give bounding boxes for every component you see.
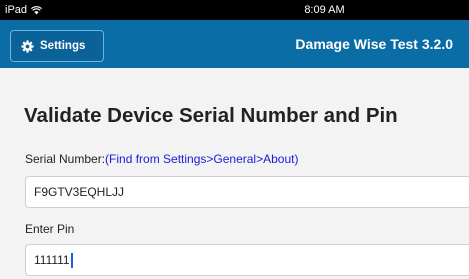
pin-label: Enter Pin (25, 222, 75, 236)
serial-number-label: Serial Number:(Find from Settings>Genera… (25, 152, 298, 166)
gear-icon (21, 39, 34, 53)
serial-number-label-text: Serial Number: (25, 152, 106, 166)
text-cursor (70, 252, 73, 268)
serial-number-value: F9GTV3EQHLJJ (34, 185, 125, 199)
pin-value: 111111 (34, 253, 70, 267)
pin-input[interactable]: 111111 (25, 244, 469, 276)
settings-button-label: Settings (40, 40, 86, 52)
serial-help-link[interactable]: (Find from Settings>General>About) (105, 152, 298, 166)
status-bar: iPad 8:09 AM (0, 0, 469, 20)
page-title: Validate Device Serial Number and Pin (24, 104, 398, 127)
settings-button[interactable]: Settings (10, 30, 104, 62)
serial-number-input[interactable]: F9GTV3EQHLJJ (25, 176, 469, 208)
nav-bar: Settings Damage Wise Test 3.2.0 (0, 20, 469, 68)
nav-title: Damage Wise Test 3.2.0 (295, 36, 453, 52)
status-time: 8:09 AM (304, 4, 345, 16)
